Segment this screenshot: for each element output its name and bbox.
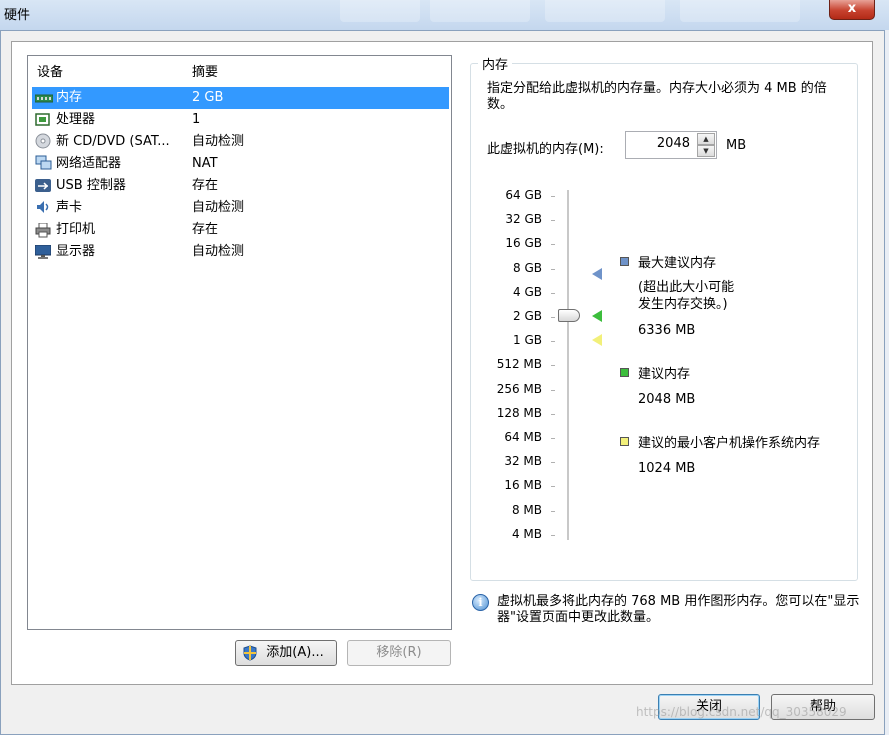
device-summary: 自动检测 bbox=[192, 200, 245, 215]
memory-icon bbox=[34, 91, 54, 104]
add-device-button[interactable]: 添加(A)... bbox=[235, 640, 337, 666]
device-name: USB 控制器 bbox=[56, 178, 126, 193]
scale-tick bbox=[551, 389, 555, 391]
memory-spinbox[interactable]: 2048 ▲ ▼ bbox=[625, 131, 717, 159]
device-summary: 存在 bbox=[192, 222, 219, 237]
display-icon bbox=[34, 244, 52, 259]
scale-label: 8 GB bbox=[513, 260, 542, 275]
scale-tick bbox=[551, 220, 555, 222]
memory-unit: MB bbox=[726, 138, 747, 153]
window-close-button[interactable]: x bbox=[829, 0, 875, 20]
device-row-network-adapter[interactable]: 网络适配器 NAT bbox=[32, 153, 449, 175]
min-legend-swatch bbox=[620, 437, 629, 446]
device-summary: 2 GB bbox=[192, 90, 224, 105]
max-legend-note-2: 发生内存交换。) bbox=[638, 297, 728, 312]
scale-tick bbox=[551, 244, 555, 246]
recommended-legend-value: 2048 MB bbox=[638, 392, 696, 407]
memory-slider-thumb[interactable] bbox=[558, 309, 580, 322]
min-legend-value: 1024 MB bbox=[638, 461, 696, 476]
scale-tick bbox=[551, 534, 555, 536]
scale-tick bbox=[551, 462, 555, 464]
printer-icon bbox=[35, 222, 51, 238]
network-adapter-icon bbox=[35, 155, 52, 170]
window-title: 硬件 bbox=[4, 8, 31, 23]
title-bar: 硬件 x bbox=[0, 0, 889, 30]
scale-tick bbox=[551, 510, 555, 512]
scale-label: 128 MB bbox=[496, 405, 542, 420]
device-row-display[interactable]: 显示器 自动检测 bbox=[32, 241, 449, 263]
remove-device-button[interactable]: 移除(R) bbox=[347, 640, 451, 666]
scale-label: 64 MB bbox=[504, 430, 542, 444]
scale-tick bbox=[551, 196, 555, 197]
device-summary: 自动检测 bbox=[192, 134, 245, 149]
watermark: https://blog.csdn.net/qq_30358029 bbox=[636, 705, 847, 719]
recommended-legend-label: 建议内存 bbox=[638, 367, 691, 382]
device-row-printer[interactable]: 打印机 存在 bbox=[32, 219, 449, 241]
memory-value[interactable]: 2048 bbox=[657, 136, 690, 151]
processor-icon bbox=[35, 113, 51, 126]
scale-tick bbox=[551, 317, 555, 318]
recommended-legend-swatch bbox=[620, 368, 629, 377]
min-legend-label: 建议的最小客户机操作系统内存 bbox=[638, 436, 821, 451]
max-legend-swatch bbox=[620, 257, 629, 266]
summary-column-header[interactable]: 摘要 bbox=[192, 56, 218, 84]
scale-label: 512 MB bbox=[496, 357, 542, 372]
memory-description: 指定分配给此虚拟机的内存量。内存大小必须为 4 MB 的倍数。 bbox=[487, 81, 827, 112]
scale-label: 64 GB bbox=[505, 188, 542, 202]
memory-slider-track[interactable] bbox=[567, 190, 569, 540]
graphics-memory-info: 虚拟机最多将此内存的 768 MB 用作图形内存。您可以在"显示器"设置页面中更… bbox=[497, 594, 860, 625]
usb-icon bbox=[35, 179, 51, 192]
scale-tick bbox=[551, 438, 555, 439]
device-name: 处理器 bbox=[56, 112, 96, 127]
scale-tick bbox=[551, 268, 555, 270]
device-name: 打印机 bbox=[56, 222, 96, 237]
device-name: 内存 bbox=[56, 90, 83, 105]
scale-label: 2 GB bbox=[513, 309, 542, 323]
scale-label: 8 MB bbox=[511, 502, 542, 517]
device-row-cd-dvd[interactable]: 新 CD/DVD (SAT... 自动检测 bbox=[32, 131, 449, 153]
scale-label: 16 GB bbox=[505, 236, 542, 251]
scale-tick bbox=[551, 341, 555, 343]
device-name: 网络适配器 bbox=[56, 156, 122, 171]
memory-field-label: 此虚拟机的内存(M): bbox=[487, 142, 604, 157]
device-name: 新 CD/DVD (SAT... bbox=[56, 134, 170, 149]
add-button-label: 添加(A)... bbox=[266, 645, 324, 660]
device-row-usb-controller[interactable]: USB 控制器 存在 bbox=[32, 175, 449, 197]
min-recommended-marker-icon bbox=[592, 334, 602, 346]
memory-group-title: 内存 bbox=[478, 54, 513, 73]
device-row-memory[interactable]: 内存 2 GB bbox=[32, 87, 449, 109]
scale-label: 256 MB bbox=[496, 381, 542, 396]
spin-down-icon[interactable]: ▼ bbox=[697, 145, 715, 157]
shield-icon bbox=[242, 645, 258, 670]
device-list[interactable]: 设备 摘要 内存 2 GB 处理器 1 新 CD/DVD (SAT... 自动检… bbox=[27, 55, 452, 630]
scale-tick bbox=[551, 413, 555, 415]
scale-label: 4 MB bbox=[511, 526, 542, 541]
device-summary: 存在 bbox=[192, 178, 219, 193]
device-column-header[interactable]: 设备 bbox=[37, 56, 63, 84]
device-row-sound-card[interactable]: 声卡 自动检测 bbox=[32, 197, 449, 219]
scale-label: 32 MB bbox=[504, 454, 542, 469]
recommended-marker-icon bbox=[592, 310, 602, 322]
device-summary: 自动检测 bbox=[192, 244, 245, 259]
spin-up-icon[interactable]: ▲ bbox=[697, 133, 715, 145]
sound-card-icon bbox=[35, 201, 51, 214]
scale-label: 32 GB bbox=[505, 212, 542, 227]
scale-tick bbox=[551, 486, 555, 488]
device-name: 显示器 bbox=[56, 244, 96, 259]
scale-label: 16 MB bbox=[504, 478, 542, 493]
max-recommended-marker-icon bbox=[592, 268, 602, 280]
info-icon: i bbox=[472, 594, 489, 611]
cd-dvd-icon bbox=[35, 133, 51, 149]
device-row-processor[interactable]: 处理器 1 bbox=[32, 109, 449, 131]
max-legend-note-1: (超出此大小可能 bbox=[638, 280, 735, 295]
device-summary: NAT bbox=[192, 156, 218, 171]
device-name: 声卡 bbox=[56, 200, 83, 215]
scale-label: 4 GB bbox=[513, 284, 542, 299]
scale-tick bbox=[551, 292, 555, 294]
scale-tick bbox=[551, 365, 555, 367]
device-summary: 1 bbox=[192, 112, 201, 127]
max-legend-value: 6336 MB bbox=[638, 323, 696, 338]
max-legend-label: 最大建议内存 bbox=[638, 256, 717, 271]
scale-label: 1 GB bbox=[513, 333, 542, 348]
